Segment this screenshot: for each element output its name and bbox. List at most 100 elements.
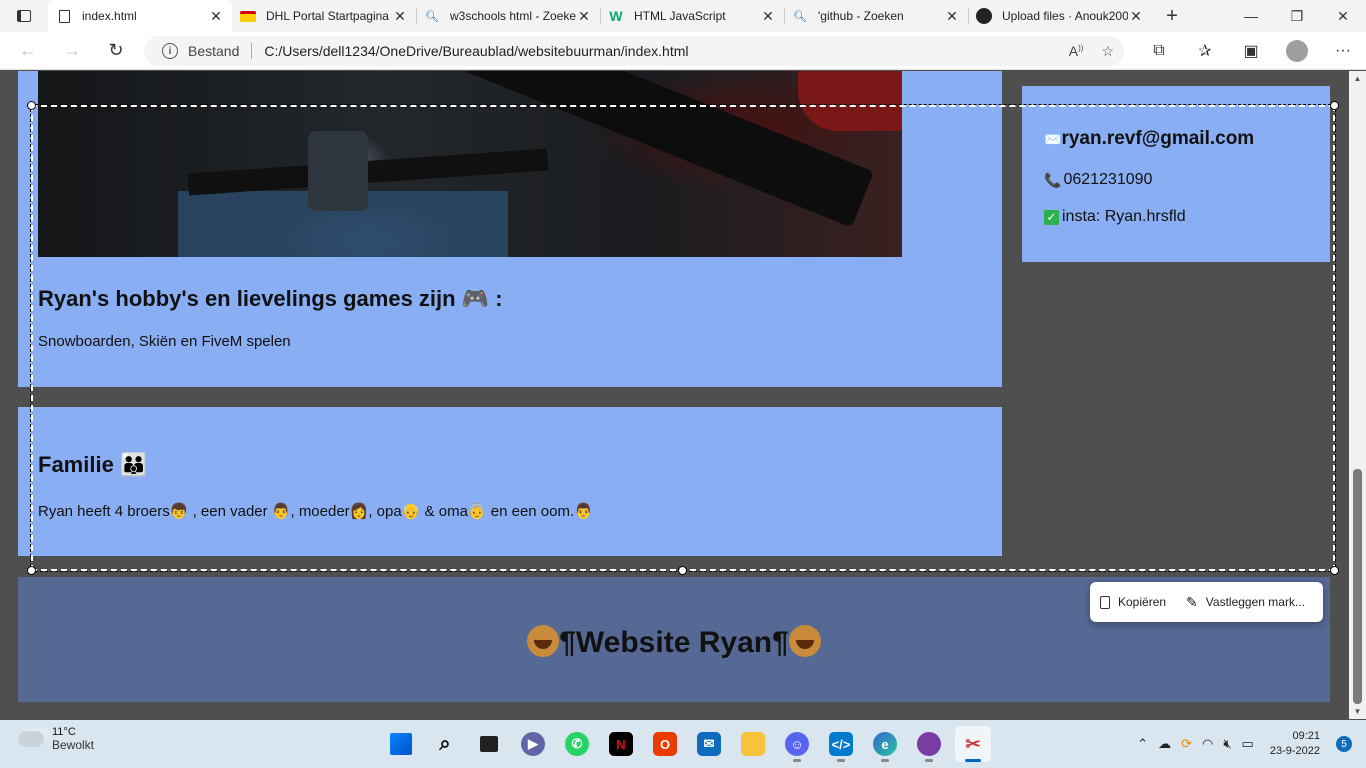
weather-widget[interactable]: 11°C Bewolkt <box>18 726 94 752</box>
minimize-icon[interactable]: — <box>1228 0 1274 32</box>
tab-title: DHL Portal Startpagina <box>266 9 389 23</box>
clock[interactable]: 09:21 23-9-2022 <box>1270 729 1320 759</box>
notification-badge[interactable]: 5 <box>1336 736 1352 752</box>
grinning-face-icon <box>527 625 560 657</box>
tab-title: HTML JavaScript <box>634 9 726 23</box>
wifi-icon[interactable]: ◠ <box>1202 736 1213 752</box>
copy-label: Kopiëren <box>1118 595 1167 609</box>
snipping-tool-button[interactable]: ✂ <box>955 726 991 762</box>
address-bar-actions: A)) ☆ <box>1069 43 1114 60</box>
page-scrollbar[interactable]: ▲ ▼ <box>1349 71 1366 719</box>
search-icon: 🔍︎ <box>793 10 807 23</box>
scrollbar-thumb[interactable] <box>1353 469 1362 704</box>
close-tab-icon[interactable]: ✕ <box>208 8 224 25</box>
selection-handle[interactable] <box>678 566 687 575</box>
tab-actions-icon <box>17 10 31 22</box>
cloud-icon <box>18 731 44 747</box>
toolbar-actions: ⧉ ✰ ▣ ··· <box>1136 32 1366 70</box>
tab-w3schools-search[interactable]: 🔍︎ w3schools html - Zoeken ✕ <box>416 0 600 32</box>
profile-avatar[interactable] <box>1286 40 1308 62</box>
tab-actions-button[interactable] <box>0 0 48 32</box>
vscode-button[interactable]: </> <box>823 726 859 762</box>
onedrive-icon[interactable]: ☁ <box>1158 736 1171 752</box>
battery-icon[interactable]: ▭ <box>1242 736 1254 752</box>
read-aloud-icon[interactable]: A)) <box>1069 43 1084 60</box>
tab-dhl[interactable]: DHL Portal Startpagina ✕ <box>232 0 416 32</box>
dhl-icon <box>240 8 256 24</box>
close-tab-icon[interactable]: ✕ <box>576 8 592 25</box>
close-tab-icon[interactable]: ✕ <box>392 8 408 25</box>
selection-handle[interactable] <box>1330 101 1339 110</box>
grinning-face-icon <box>788 625 821 657</box>
close-tab-icon[interactable]: ✕ <box>760 8 776 25</box>
search-button[interactable]: ⌕ <box>427 726 463 762</box>
close-tab-icon[interactable]: ✕ <box>944 8 960 25</box>
tab-index-html[interactable]: index.html ✕ <box>48 0 232 32</box>
extensions-icon[interactable]: ⧉ <box>1136 42 1182 60</box>
selection-handle[interactable] <box>27 566 36 575</box>
show-hidden-icons-icon[interactable]: ⌃ <box>1137 736 1148 752</box>
tab-github-upload[interactable]: Upload files · Anouk2006 ✕ <box>968 0 1152 32</box>
footer-title: ¶Website Ryan¶ <box>18 625 1330 660</box>
more-menu-icon[interactable]: ··· <box>1320 42 1366 60</box>
w3schools-icon: W <box>609 8 623 24</box>
running-indicator <box>925 759 933 762</box>
restore-icon[interactable]: ❐ <box>1274 0 1320 32</box>
tab-github-search[interactable]: 🔍︎ 'github - Zoeken ✕ <box>784 0 968 32</box>
task-view-button[interactable] <box>471 726 507 762</box>
start-button[interactable] <box>383 726 419 762</box>
new-tab-button[interactable]: + <box>1152 0 1192 32</box>
office-button[interactable]: O <box>647 726 683 762</box>
markup-label: Vastleggen mark... <box>1205 595 1305 609</box>
whatsapp-button[interactable]: ✆ <box>559 726 595 762</box>
sync-icon[interactable]: ⟳ <box>1181 736 1192 752</box>
tab-html-javascript[interactable]: W HTML JavaScript ✕ <box>600 0 784 32</box>
whatsapp-icon: ✆ <box>565 732 589 756</box>
close-tab-icon[interactable]: ✕ <box>1128 8 1144 25</box>
markup-button[interactable]: ✎ Vastleggen mark... <box>1176 594 1315 611</box>
discord-button[interactable]: ☺ <box>779 726 815 762</box>
github-icon <box>976 8 992 24</box>
address-bar[interactable]: i Bestand C:/Users/dell1234/OneDrive/Bur… <box>144 36 1124 66</box>
favorites-icon[interactable]: ✰ <box>1182 41 1228 61</box>
taskbar-apps: ⌕ ▶ ✆ N O ✉ ☺ </> e ✂ <box>383 726 991 762</box>
forward-icon[interactable]: → <box>50 32 94 70</box>
teams-chat-button[interactable]: ▶ <box>515 726 551 762</box>
netflix-icon: N <box>609 732 633 756</box>
scroll-up-icon[interactable]: ▲ <box>1349 74 1366 83</box>
tab-title: Upload files · Anouk2006 <box>1002 9 1128 23</box>
snip-toolbar: Kopiëren ✎ Vastleggen mark... <box>1090 582 1323 622</box>
weather-desc: Bewolkt <box>52 738 95 752</box>
discord-icon: ☺ <box>785 732 809 756</box>
running-indicator <box>881 759 889 762</box>
selection-handle[interactable] <box>27 101 36 110</box>
copy-icon <box>1100 595 1110 609</box>
task-view-icon <box>480 736 498 752</box>
back-icon[interactable]: ← <box>6 32 50 70</box>
running-indicator <box>965 759 981 762</box>
divider <box>251 43 253 59</box>
tab-title: w3schools html - Zoeken <box>450 9 576 23</box>
running-indicator <box>793 759 801 762</box>
file-explorer-button[interactable] <box>735 726 771 762</box>
office-icon: O <box>653 732 677 756</box>
selection-handle[interactable] <box>1330 566 1339 575</box>
mail-button[interactable]: ✉ <box>691 726 727 762</box>
edge-button[interactable]: e <box>867 726 903 762</box>
collections-icon[interactable]: ▣ <box>1228 41 1274 61</box>
url-text[interactable]: C:/Users/dell1234/OneDrive/Bureaublad/we… <box>264 43 688 59</box>
github-desktop-button[interactable] <box>911 726 947 762</box>
snip-selection-rect[interactable] <box>30 104 1336 572</box>
vscode-icon: </> <box>829 732 853 756</box>
system-tray: ⌃ ☁ ⟳ ◠ 🔇︎ ▭ 09:21 23-9-2022 5 <box>1137 720 1366 768</box>
netflix-button[interactable]: N <box>603 726 639 762</box>
refresh-icon[interactable]: ↻ <box>94 32 138 70</box>
copy-button[interactable]: Kopiëren <box>1090 595 1176 609</box>
info-icon[interactable]: i <box>162 43 178 59</box>
scroll-down-icon[interactable]: ▼ <box>1349 707 1366 716</box>
search-icon: ⌕ <box>439 732 451 755</box>
snipping-tool-icon: ✂ <box>965 733 981 754</box>
close-window-icon[interactable]: ✕ <box>1320 0 1366 32</box>
volume-muted-icon[interactable]: 🔇︎ <box>1223 736 1231 752</box>
favorite-add-icon[interactable]: ☆ <box>1101 43 1114 60</box>
